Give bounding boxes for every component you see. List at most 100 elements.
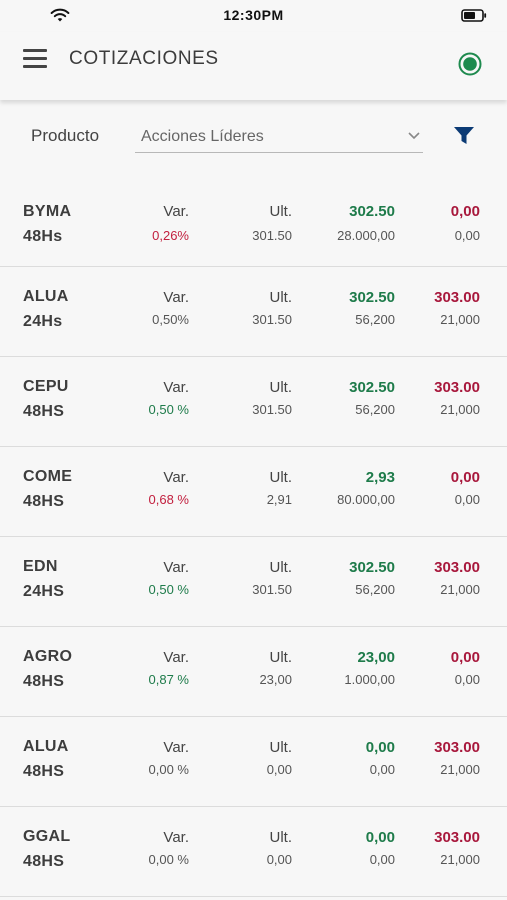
last-price-label: Ult. [269, 649, 293, 666]
quote-settlement-term: 48HS [23, 493, 65, 510]
ask-price: 0,00 [450, 469, 480, 486]
connection-status-icon[interactable] [458, 52, 482, 76]
bid-quantity: 1.000,00 [344, 672, 395, 687]
ask-quantity: 21,000 [440, 762, 480, 777]
variation-value: 0,50 % [148, 402, 189, 417]
last-price-value: 0,00 [266, 762, 292, 777]
status-bar: 12:30PM [0, 0, 507, 32]
quote-settlement-term: 48HS [23, 853, 65, 870]
ask-quantity: 0,00 [454, 228, 480, 243]
ask-price: 0,00 [450, 649, 480, 666]
product-select-value: Acciones Líderes [141, 128, 264, 145]
quote-row[interactable]: ALUA 48HS Var. 0,00 % Ult. 0,00 0,00 0,00 303.00… [0, 717, 507, 807]
product-select[interactable]: Acciones Líderes [135, 122, 423, 153]
quote-symbol: ALUA [23, 738, 69, 755]
quote-symbol: EDN [23, 558, 58, 575]
hamburger-menu-icon[interactable] [23, 49, 47, 69]
last-price-label: Ult. [269, 203, 293, 220]
last-price-label: Ult. [269, 469, 293, 486]
last-price-value: 301.50 [252, 312, 292, 327]
last-price-value: 301.50 [252, 228, 292, 243]
quote-symbol: BYMA [23, 203, 72, 220]
ask-price: 303.00 [434, 379, 480, 396]
quote-settlement-term: 48HS [23, 763, 65, 780]
variation-value: 0,26% [152, 228, 189, 243]
last-price-label: Ult. [269, 559, 293, 576]
quotes-list: BYMA 48Hs Var. 0,26% Ult. 301.50 302.50 28.000,… [0, 171, 507, 897]
last-price-label: Ult. [269, 379, 293, 396]
quote-settlement-term: 24Hs [23, 313, 63, 330]
quote-row[interactable]: ALUA 24Hs Var. 0,50% Ult. 301.50 302.50 56,200 3… [0, 267, 507, 357]
ask-price: 303.00 [434, 289, 480, 306]
ask-price: 0,00 [450, 203, 480, 220]
chevron-down-icon [408, 132, 420, 140]
variation-label: Var. [163, 829, 189, 846]
variation-label: Var. [163, 559, 189, 576]
ask-price: 303.00 [434, 829, 480, 846]
last-price-value: 301.50 [252, 582, 292, 597]
quote-symbol: CEPU [23, 378, 69, 395]
bid-quantity: 56,200 [355, 582, 395, 597]
bid-quantity: 0,00 [369, 762, 395, 777]
quote-row[interactable]: EDN 24HS Var. 0,50 % Ult. 301.50 302.50 56,200 3… [0, 537, 507, 627]
variation-label: Var. [163, 469, 189, 486]
bid-price: 302.50 [349, 379, 395, 396]
last-price-label: Ult. [269, 739, 293, 756]
variation-label: Var. [163, 289, 189, 306]
variation-value: 0,00 % [148, 852, 189, 867]
last-price-value: 23,00 [259, 672, 292, 687]
ask-quantity: 21,000 [440, 402, 480, 417]
last-price-value: 2,91 [266, 492, 292, 507]
page-title: COTIZACIONES [69, 48, 219, 69]
quote-row[interactable]: GGAL 48HS Var. 0,00 % Ult. 0,00 0,00 0,00 303.00… [0, 807, 507, 897]
ask-quantity: 21,000 [440, 582, 480, 597]
product-filter-row: Producto Acciones Líderes [0, 110, 507, 170]
ask-quantity: 21,000 [440, 852, 480, 867]
variation-value: 0,00 % [148, 762, 189, 777]
quote-symbol: COME [23, 468, 73, 485]
battery-icon [461, 9, 487, 22]
variation-value: 0,50 % [148, 582, 189, 597]
last-price-label: Ult. [269, 829, 293, 846]
variation-value: 0,87 % [148, 672, 189, 687]
quote-symbol: AGRO [23, 648, 73, 665]
quote-settlement-term: 48HS [23, 673, 65, 690]
quote-symbol: GGAL [23, 828, 71, 845]
app-bar: COTIZACIONES [0, 32, 507, 100]
product-label: Producto [31, 126, 100, 145]
quote-symbol: ALUA [23, 288, 69, 305]
variation-value: 0,68 % [148, 492, 189, 507]
status-time: 12:30PM [223, 7, 284, 23]
bid-quantity: 0,00 [369, 852, 395, 867]
last-price-label: Ult. [269, 289, 293, 306]
quote-row[interactable]: CEPU 48HS Var. 0,50 % Ult. 301.50 302.50 56,200… [0, 357, 507, 447]
last-price-value: 0,00 [266, 852, 292, 867]
bid-price: 23,00 [357, 649, 395, 666]
ask-price: 303.00 [434, 739, 480, 756]
variation-label: Var. [163, 739, 189, 756]
bid-price: 0,00 [365, 739, 395, 756]
quote-row[interactable]: COME 48HS Var. 0,68 % Ult. 2,91 2,93 80.000,00 0… [0, 447, 507, 537]
bid-quantity: 56,200 [355, 312, 395, 327]
variation-value: 0,50% [152, 312, 189, 327]
quote-row[interactable]: AGRO 48HS Var. 0,87 % Ult. 23,00 23,00 1.000,00… [0, 627, 507, 717]
quote-settlement-term: 48HS [23, 403, 65, 420]
variation-label: Var. [163, 649, 189, 666]
bid-quantity: 56,200 [355, 402, 395, 417]
quote-settlement-term: 48Hs [23, 228, 63, 245]
last-price-value: 301.50 [252, 402, 292, 417]
filter-icon[interactable] [453, 126, 475, 146]
quote-row[interactable]: BYMA 48Hs Var. 0,26% Ult. 301.50 302.50 28.000,… [0, 171, 507, 267]
bid-quantity: 80.000,00 [337, 492, 395, 507]
ask-price: 303.00 [434, 559, 480, 576]
ask-quantity: 21,000 [440, 312, 480, 327]
bid-quantity: 28.000,00 [337, 228, 395, 243]
quote-settlement-term: 24HS [23, 583, 65, 600]
ask-quantity: 0,00 [454, 492, 480, 507]
bid-price: 302.50 [349, 203, 395, 220]
bid-price: 302.50 [349, 289, 395, 306]
ask-quantity: 0,00 [454, 672, 480, 687]
bid-price: 0,00 [365, 829, 395, 846]
bid-price: 2,93 [365, 469, 395, 486]
variation-label: Var. [163, 379, 189, 396]
